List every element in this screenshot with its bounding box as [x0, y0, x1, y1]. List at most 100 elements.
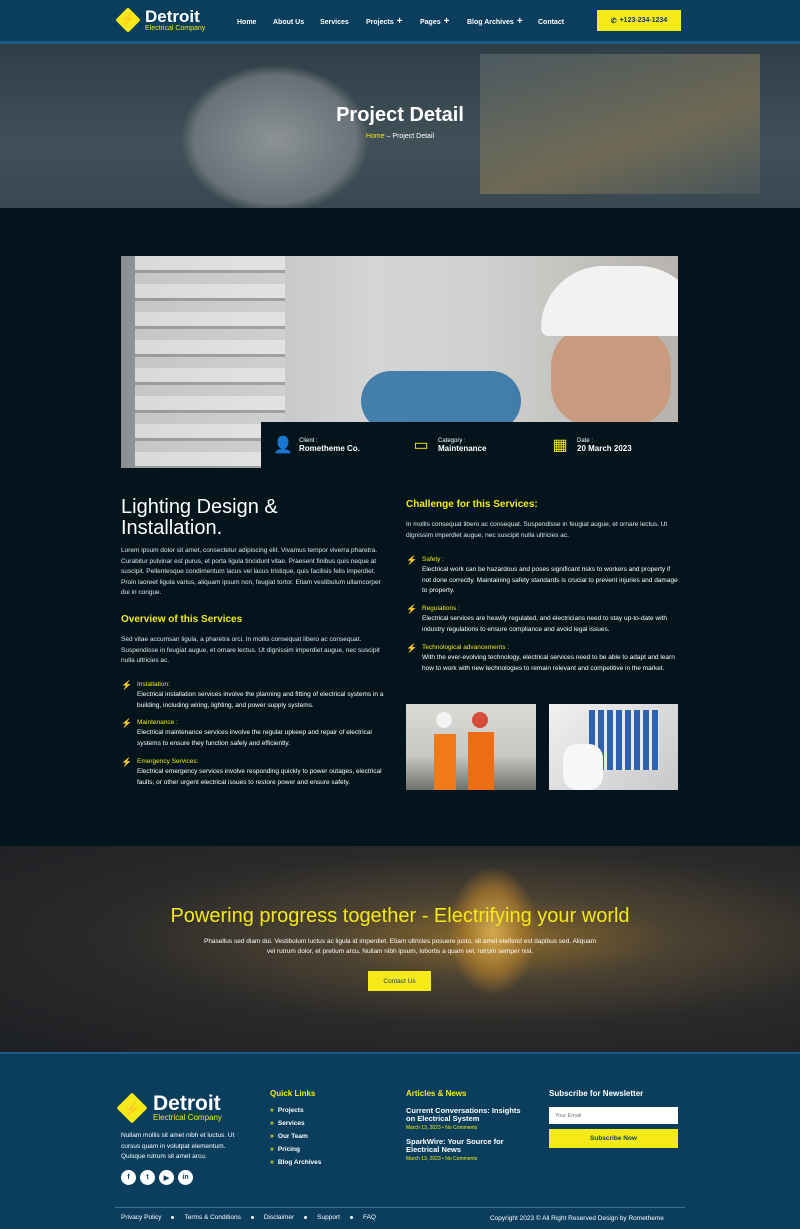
item-text: Electrical services are heavily regulate…	[422, 615, 667, 633]
list-item: ⚡ Installation: Electrical installation …	[121, 680, 386, 711]
nav-about[interactable]: About Us	[273, 0, 304, 44]
quick-link[interactable]: » Our Team	[270, 1130, 321, 1143]
client-info: 👤 Client : Rometheme Co.	[261, 435, 400, 455]
privacy-policy-link[interactable]: Privacy Policy	[121, 1214, 161, 1221]
contact-us-button[interactable]: Contact Us	[368, 971, 431, 991]
list-item: ⚡ Maintenance : Electrical maintenance s…	[121, 718, 386, 749]
date-info: ▦ Date : 20 March 2023	[539, 435, 678, 455]
separator-dot	[304, 1216, 308, 1219]
nav-projects-label: Projects	[366, 18, 394, 26]
item-title: Emergency Services:	[137, 758, 199, 765]
quick-link-label: Our Team	[277, 1133, 308, 1140]
logo-title: Detroit	[145, 7, 200, 26]
phone-number: +123-234-1234	[619, 17, 668, 24]
separator-dot	[349, 1216, 353, 1219]
list-item: ⚡ Technological advancements : With the …	[406, 643, 678, 674]
quick-link[interactable]: » Services	[270, 1117, 321, 1130]
calendar-icon: ▦	[552, 437, 568, 454]
email-field[interactable]	[549, 1107, 678, 1124]
date-value: 20 March 2023	[577, 443, 632, 453]
news-item[interactable]: SparkWire: Your Source for Electrical Ne…	[406, 1137, 531, 1163]
item-title: Regulations :	[422, 605, 460, 612]
page-title: Project Detail	[336, 104, 464, 126]
project-title: Lighting Design & Installation.	[121, 496, 278, 539]
worker-vest-shape	[468, 732, 494, 790]
separator-dot	[171, 1216, 175, 1219]
list-item: ⚡ Emergency Services: Electrical emergen…	[121, 757, 386, 788]
item-title: Installation:	[137, 681, 170, 688]
footer-logo[interactable]: ⚡ Detroit Electrical Company	[116, 1092, 222, 1124]
news-headline: Current Conversations: Insights on Elect…	[406, 1106, 521, 1123]
workers-image	[406, 704, 536, 790]
support-link[interactable]: Support	[317, 1214, 340, 1221]
cta-text: Phasellus sed diam dui. Vestibulum luctu…	[203, 938, 596, 955]
subscribe-button[interactable]: Subscribe Now	[549, 1129, 678, 1148]
site-footer	[0, 1052, 800, 1229]
quick-link[interactable]: » Pricing	[270, 1143, 321, 1156]
client-value: Rometheme Co.	[299, 443, 360, 453]
nav-services[interactable]: Services	[320, 0, 349, 44]
news-item[interactable]: Current Conversations: Insights on Elect…	[406, 1106, 531, 1132]
overview-text: Sed vitae accumsan ligula, a pharetra or…	[121, 636, 380, 664]
facebook-icon[interactable]: f	[121, 1170, 136, 1185]
chevron-right-icon: »	[270, 1120, 274, 1127]
quick-link-label: Pricing	[277, 1146, 300, 1153]
electrician-image	[549, 704, 678, 790]
chevron-right-icon: »	[270, 1159, 274, 1166]
nav-projects[interactable]: Projects +	[366, 0, 402, 44]
nav-contact[interactable]: Contact	[538, 0, 564, 44]
news-meta: March 13, 2023 • No Comments	[406, 1156, 478, 1162]
terms-link[interactable]: Terms & Conditions	[184, 1214, 240, 1221]
social-links: f t ▶ in	[121, 1170, 193, 1185]
quick-links-list: » Projects » Services » Our Team » Pricing »…	[270, 1104, 321, 1169]
linkedin-icon[interactable]: in	[178, 1170, 193, 1185]
bolt-icon: ⚡	[121, 757, 133, 767]
bolt-logo-icon: ⚡	[115, 7, 141, 34]
breadcrumb-current: Project Detail	[392, 133, 435, 140]
footer-about: Nullam mollis sit amet nibh et luctus. U…	[121, 1132, 235, 1160]
category-info: ▭ Category : Maintenance	[400, 435, 539, 455]
separator-dot	[250, 1216, 254, 1219]
chevron-right-icon: »	[270, 1133, 274, 1140]
challenge-title: Challenge for this Services:	[406, 499, 538, 510]
footer-logo-subtitle: Electrical Company	[153, 1113, 222, 1122]
chevron-right-icon: »	[270, 1146, 274, 1153]
breadcrumb-home[interactable]: Home	[366, 133, 385, 140]
glove-shape	[563, 744, 603, 790]
disclaimer-link[interactable]: Disclaimer	[264, 1214, 294, 1221]
nav-blog-archives[interactable]: Blog Archives +	[467, 0, 523, 44]
twitter-icon[interactable]: t	[140, 1170, 155, 1185]
news-title: Articles & News	[406, 1089, 467, 1098]
bolt-icon: ⚡	[406, 643, 418, 653]
item-text: With the ever-evolving technology, elect…	[422, 654, 675, 672]
worker-face-shape	[551, 326, 671, 426]
quick-link[interactable]: » Projects	[270, 1104, 321, 1117]
newsletter-title: Subscribe for Newsletter	[549, 1089, 644, 1098]
helmet-shape	[436, 712, 452, 728]
faq-link[interactable]: FAQ	[363, 1214, 376, 1221]
footer-divider	[115, 1207, 685, 1208]
lightbulb-shape	[448, 866, 538, 996]
helmet-shape	[472, 712, 488, 728]
quick-link-label: Blog Archives	[277, 1159, 322, 1166]
plus-icon: +	[443, 16, 450, 27]
nav-pages[interactable]: Pages +	[420, 0, 449, 44]
item-title: Technological advancements :	[422, 644, 510, 651]
nav-blog-label: Blog Archives	[467, 18, 514, 26]
news-headline: SparkWire: Your Source for Electrical Ne…	[406, 1137, 504, 1154]
youtube-icon[interactable]: ▶	[159, 1170, 174, 1185]
worker-vest-shape	[434, 734, 456, 790]
item-title: Safety :	[422, 556, 445, 563]
breadcrumb-separator: –	[386, 133, 391, 140]
bolt-logo-icon: ⚡	[116, 1092, 148, 1124]
logo-subtitle: Electrical Company	[145, 25, 206, 32]
project-info-bar: 👤 Client : Rometheme Co. ▭ Category : Ma…	[261, 422, 678, 468]
category-value: Maintenance	[438, 443, 487, 453]
item-text: Electrical emergency services involve re…	[137, 768, 382, 786]
nav-home[interactable]: Home	[237, 0, 256, 44]
quick-link[interactable]: » Blog Archives	[270, 1156, 321, 1169]
helmet-shape	[541, 266, 678, 336]
overview-title: Overview of this Services	[121, 614, 243, 625]
phone-button[interactable]: ✆ +123-234-1234	[597, 10, 681, 31]
site-logo[interactable]: ⚡ Detroit Electrical Company	[115, 7, 206, 34]
